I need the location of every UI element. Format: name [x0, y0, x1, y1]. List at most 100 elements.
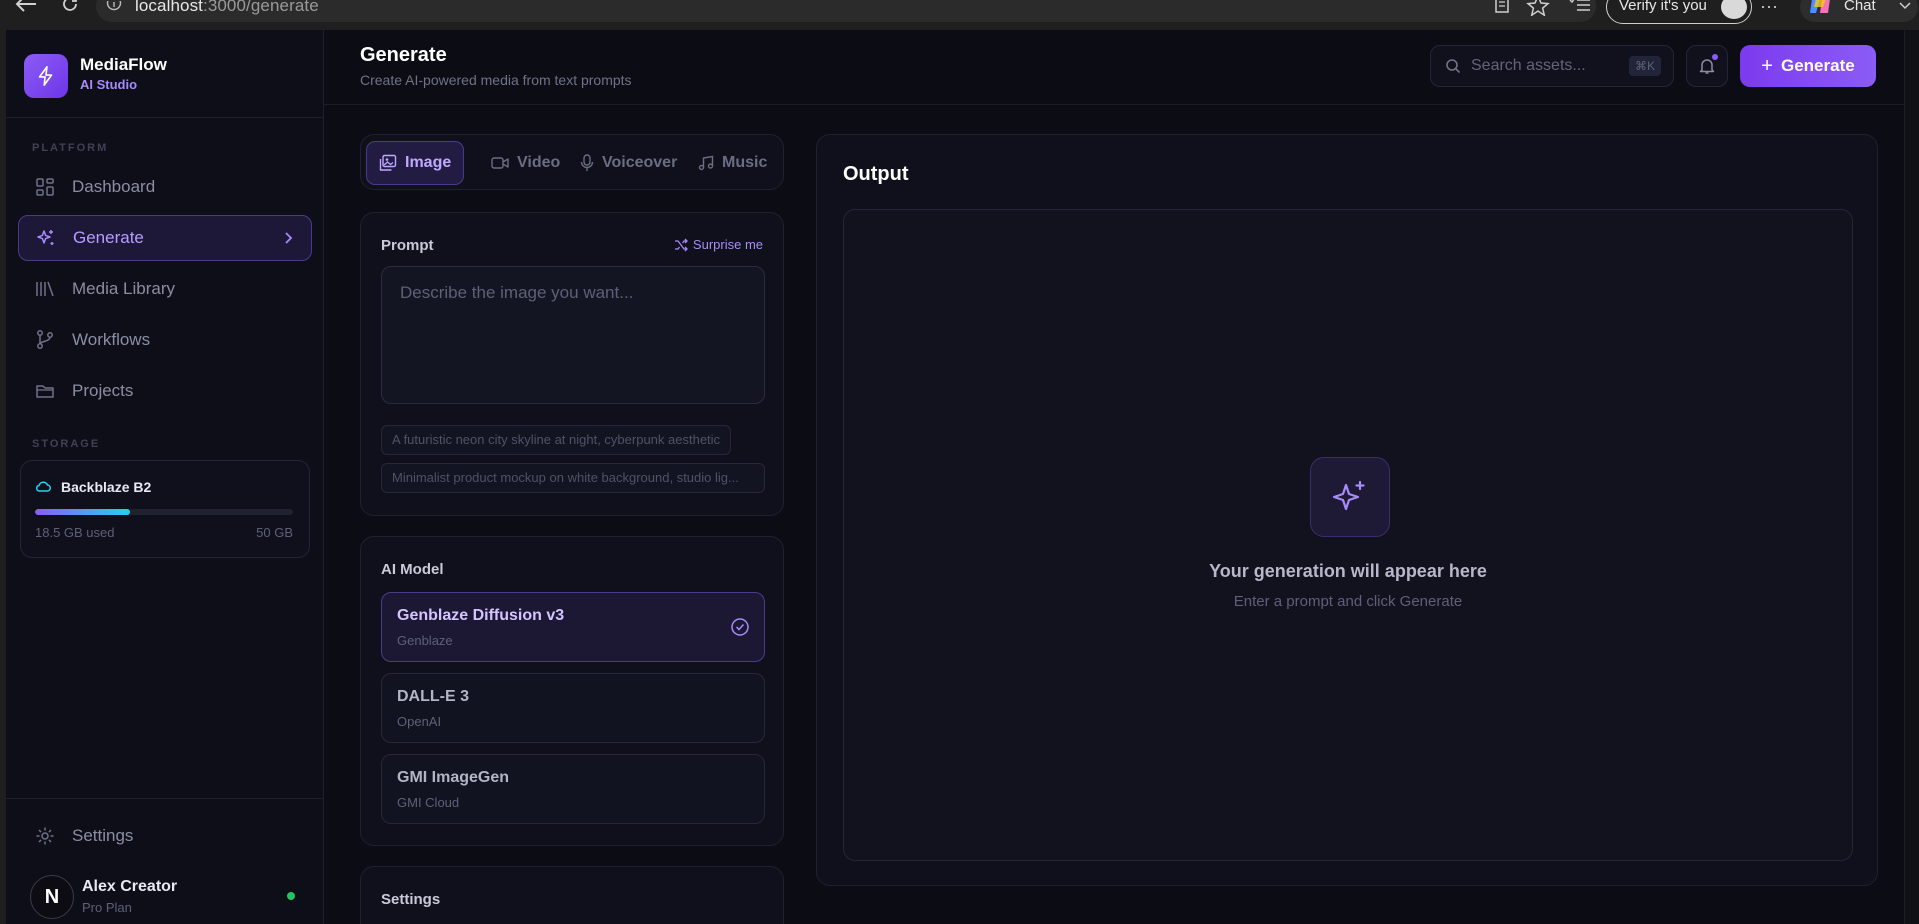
prompt-textarea[interactable]	[382, 267, 764, 403]
model-name: DALL-E 3	[397, 688, 469, 705]
sidebar-item-label: Workflows	[72, 330, 151, 349]
brand-subtitle: AI Studio	[80, 77, 138, 92]
prompt-panel: Prompt Surprise me A futuristic neon cit…	[360, 212, 784, 516]
output-empty-subtitle: Enter a prompt and click Generate	[1233, 593, 1463, 610]
profile-avatar-icon	[1720, 0, 1747, 19]
output-title: Output	[843, 163, 909, 185]
media-type-tabs: Image Video Voiceover Music	[360, 134, 784, 190]
plus-icon: +	[1761, 54, 1773, 77]
model-option-genblaze-diffusion[interactable]: Genblaze Diffusion v3 Genblaze	[381, 592, 765, 662]
reload-icon[interactable]	[60, 0, 80, 14]
sparkles-icon	[1310, 457, 1390, 537]
git-branch-icon	[34, 329, 56, 351]
gear-icon	[34, 825, 56, 847]
tab-image[interactable]: Image	[366, 141, 465, 185]
address-bar[interactable]	[96, 0, 1596, 22]
surprise-me-label: Surprise me	[692, 237, 763, 252]
storage-card[interactable]: Backblaze B2 18.5 GB used 50 GB	[20, 460, 310, 558]
favorites-list-icon[interactable]	[1568, 0, 1592, 16]
user-plan: Pro Plan	[82, 900, 132, 915]
chevron-right-icon	[283, 230, 293, 246]
sidebar-item-label: Settings	[72, 826, 134, 845]
url-path: :3000/generate	[203, 0, 319, 15]
sidebar-item-label: Dashboard	[72, 177, 156, 196]
tab-voiceover[interactable]: Voiceover	[568, 141, 689, 185]
copilot-chat-button[interactable]: Chat	[1800, 0, 1918, 22]
tab-label: Music	[722, 154, 768, 171]
notification-dot	[1712, 54, 1718, 60]
model-vendor: Genblaze	[397, 633, 453, 648]
storage-progress-bar	[35, 509, 293, 515]
reading-mode-icon[interactable]	[1494, 0, 1510, 16]
prompt-field[interactable]	[381, 266, 765, 404]
sidebar-item-label: Generate	[73, 228, 144, 247]
surprise-me-button[interactable]: Surprise me	[674, 237, 763, 252]
storage-capacity-text: 50 GB	[256, 525, 293, 540]
model-vendor: OpenAI	[397, 714, 442, 729]
tab-label: Video	[517, 154, 561, 171]
browser-chrome: localhost:3000/generate Verify it's you …	[0, 0, 1919, 32]
sidebar-item-workflows[interactable]: Workflows	[18, 317, 312, 363]
output-panel: Output Your generation will appear here …	[816, 134, 1878, 886]
url-text[interactable]: localhost:3000/generate	[135, 0, 319, 16]
cloud-icon	[35, 479, 51, 493]
sidebar-item-label: Projects	[72, 381, 134, 400]
search-input[interactable]	[1471, 46, 1621, 86]
check-circle-icon	[730, 617, 750, 637]
brand-logo[interactable]	[24, 54, 68, 98]
settings-section-label: Settings	[381, 891, 441, 908]
shuffle-icon	[674, 238, 688, 252]
avatar[interactable]: N	[30, 875, 74, 919]
platform-section-label: PLATFORM	[32, 142, 109, 154]
tab-video[interactable]: Video	[479, 141, 572, 185]
search-shortcut-badge: ⌘K	[1628, 56, 1661, 76]
sidebar-item-projects[interactable]: Projects	[18, 368, 312, 414]
tab-label: Voiceover	[602, 154, 678, 171]
search-icon	[1445, 58, 1461, 74]
output-empty-title: Your generation will appear here	[1209, 561, 1487, 581]
notifications-button[interactable]	[1686, 45, 1728, 87]
grid-icon	[34, 176, 56, 198]
scrollbar[interactable]	[1904, 30, 1919, 924]
prompt-label: Prompt	[381, 237, 434, 254]
image-icon	[379, 154, 397, 172]
prompt-suggestion-chip[interactable]: Minimalist product mockup on white backg…	[381, 463, 765, 493]
sidebar-item-dashboard[interactable]: Dashboard	[18, 164, 312, 210]
verify-label: Verify it's you	[1619, 0, 1707, 14]
online-status-dot	[287, 892, 295, 900]
ai-model-label: AI Model	[381, 561, 444, 578]
user-name: Alex Creator	[82, 878, 178, 895]
generation-settings-panel: Settings	[360, 866, 784, 924]
storage-provider: Backblaze B2	[61, 479, 152, 495]
copilot-icon	[1808, 0, 1834, 17]
brand: MediaFlow AI Studio	[6, 30, 324, 118]
search-box[interactable]: ⌘K	[1430, 45, 1674, 87]
sidebar: MediaFlow AI Studio PLATFORM Dashboard G…	[6, 30, 324, 924]
sidebar-item-generate[interactable]: Generate	[18, 215, 312, 261]
folder-icon	[34, 380, 56, 402]
model-vendor: GMI Cloud	[397, 795, 460, 810]
model-option-gmi-imagegen[interactable]: GMI ImageGen GMI Cloud	[381, 754, 765, 824]
video-icon	[491, 155, 509, 171]
back-icon[interactable]	[12, 0, 40, 14]
model-option-dall-e-3[interactable]: DALL-E 3 OpenAI	[381, 673, 765, 743]
mic-icon	[580, 154, 594, 172]
prompt-suggestion-chip[interactable]: A futuristic neon city skyline at night,…	[381, 425, 732, 455]
chevron-down-icon	[1898, 1, 1912, 11]
page-subtitle: Create AI-powered media from text prompt…	[360, 72, 632, 88]
tab-label: Image	[405, 154, 452, 171]
favorite-star-icon[interactable]	[1526, 0, 1550, 16]
generate-button[interactable]: + Generate	[1740, 45, 1876, 87]
page-header: Generate Create AI-powered media from te…	[324, 30, 1919, 105]
more-options-icon[interactable]: ···	[1760, 0, 1778, 17]
verify-identity-button[interactable]: Verify it's you	[1606, 0, 1752, 24]
url-host: localhost	[135, 0, 203, 15]
ai-model-panel: AI Model Genblaze Diffusion v3 Genblaze …	[360, 536, 784, 846]
sidebar-item-media-library[interactable]: Media Library	[18, 266, 312, 312]
site-info-icon[interactable]	[106, 1, 122, 13]
storage-section-label: STORAGE	[32, 438, 101, 450]
model-name: Genblaze Diffusion v3	[397, 607, 565, 624]
brand-name: MediaFlow	[80, 55, 167, 74]
tab-music[interactable]: Music	[686, 141, 779, 185]
sidebar-item-settings[interactable]: Settings	[18, 813, 312, 859]
